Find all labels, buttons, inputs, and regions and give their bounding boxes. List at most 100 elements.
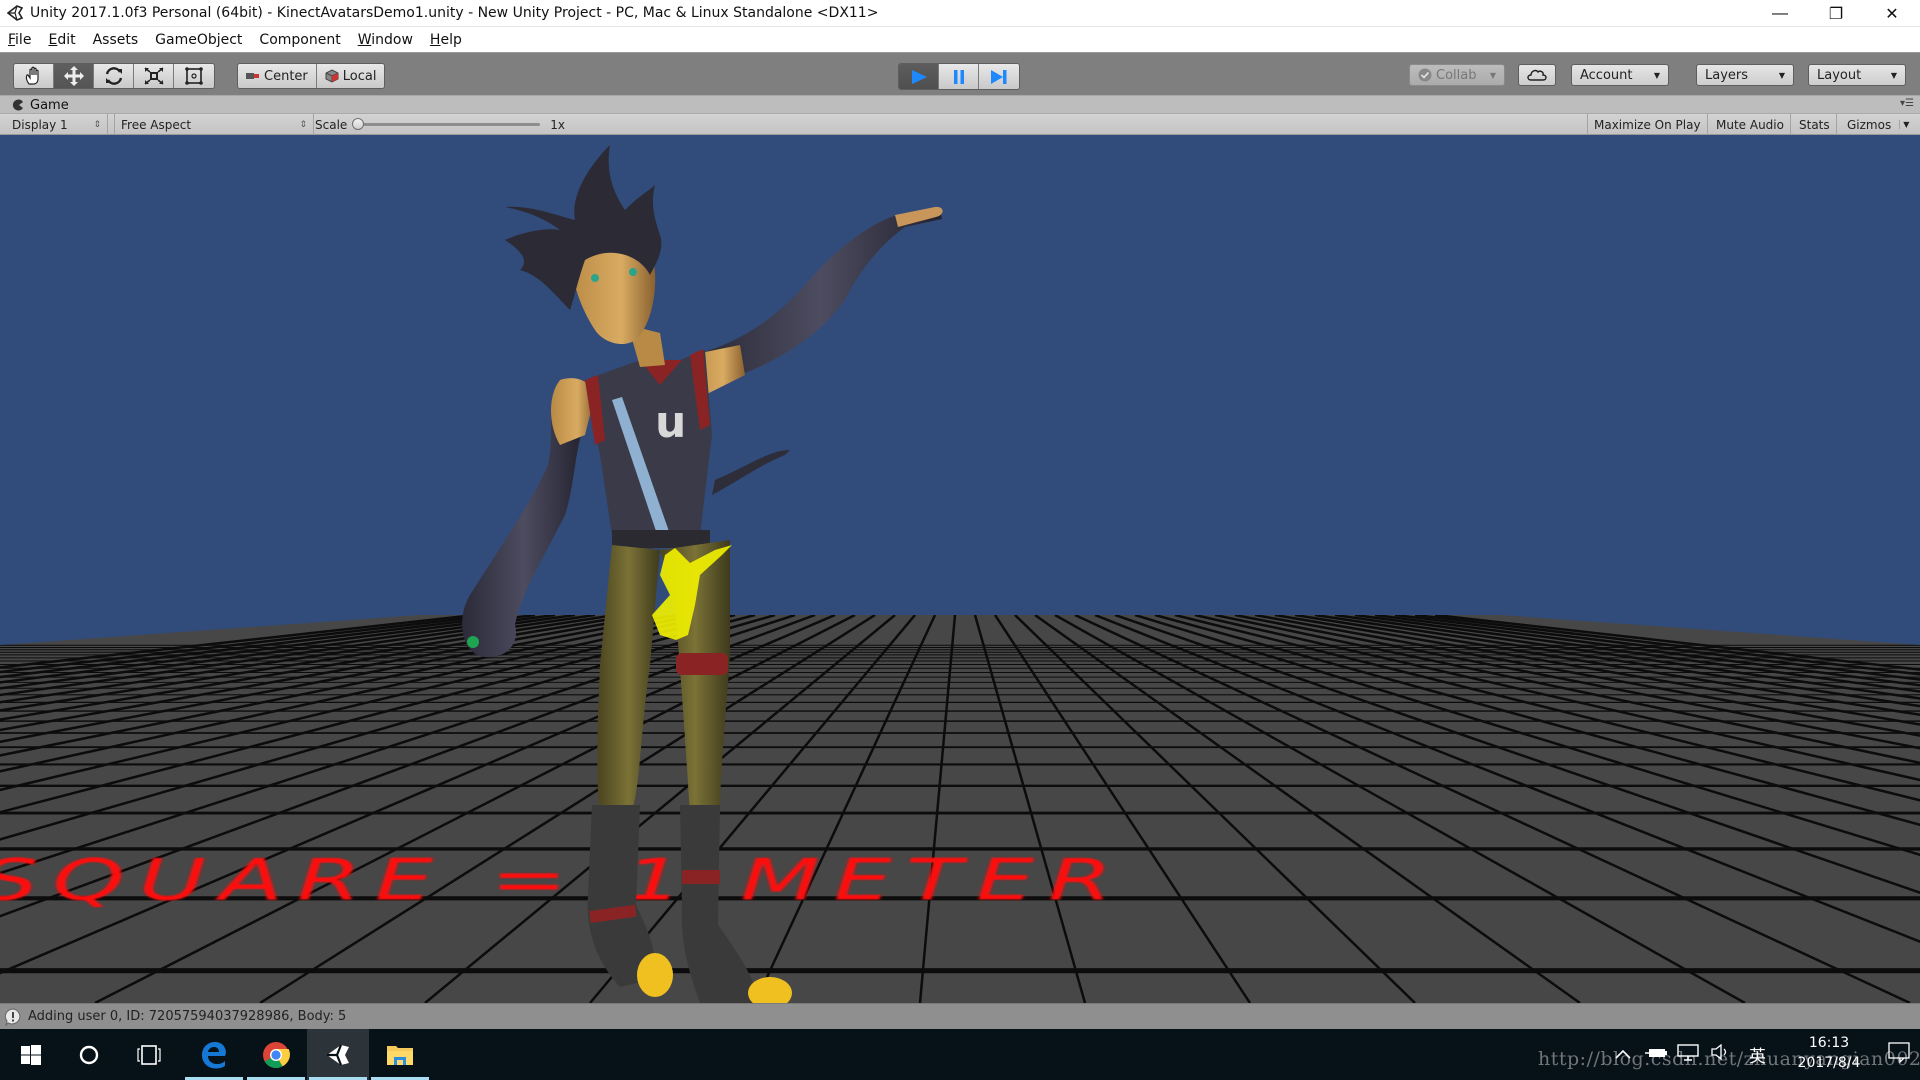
- game-view-toolbar: Display 1 ⇕ Free Aspect ⇕ Scale 1x Maximiz…: [0, 113, 1920, 135]
- updown-arrows-icon: ⇕: [299, 119, 307, 130]
- move-arrows-icon: [63, 66, 84, 86]
- menu-component[interactable]: Component: [259, 32, 340, 48]
- notification-icon: [1888, 1042, 1910, 1064]
- mute-audio-toggle[interactable]: Mute Audio: [1710, 114, 1791, 135]
- account-dropdown[interactable]: Account ▼: [1571, 64, 1669, 86]
- show-hidden-icons-chevron-icon[interactable]: [1615, 1046, 1631, 1064]
- step-icon: [991, 69, 1007, 84]
- pivot-rotation-toggle[interactable]: Local: [316, 64, 385, 88]
- window-title: Unity 2017.1.0f3 Personal (64bit) - Kine…: [30, 5, 879, 21]
- taskbar-file-explorer[interactable]: [369, 1029, 431, 1080]
- gizmos-toggle[interactable]: Gizmos ▼: [1841, 114, 1915, 135]
- title-bar: Unity 2017.1.0f3 Personal (64bit) - Kine…: [0, 0, 1920, 27]
- local-cube-icon: [325, 69, 339, 83]
- scale-tool-button[interactable]: [134, 64, 174, 88]
- character-torso: [585, 350, 712, 555]
- game-view[interactable]: SQUARE = 1 METER u: [0, 135, 1920, 1003]
- stats-toggle[interactable]: Stats: [1793, 114, 1837, 135]
- status-message: Adding user 0, ID: 72057594037928986, Bo…: [28, 1009, 347, 1024]
- aspect-select[interactable]: Free Aspect ⇕: [114, 114, 314, 135]
- system-tray: 英: [1615, 1029, 1766, 1080]
- menu-assets[interactable]: Assets: [93, 32, 139, 48]
- ime-indicator[interactable]: 英: [1749, 1042, 1766, 1067]
- clock-date: 2017/8/4: [1797, 1055, 1861, 1071]
- character-eye: [591, 274, 599, 282]
- scene-render: SQUARE = 1 METER u: [0, 145, 1920, 1003]
- clock[interactable]: 16:13 2017/8/4: [1788, 1033, 1870, 1073]
- folder-icon: [387, 1045, 413, 1065]
- clock-time: 16:13: [1808, 1035, 1850, 1051]
- layers-dropdown[interactable]: Layers ▼: [1696, 64, 1794, 86]
- maximize-on-play-toggle[interactable]: Maximize On Play: [1587, 114, 1708, 135]
- cloud-icon: [1527, 69, 1547, 81]
- menu-help[interactable]: Help: [430, 32, 462, 48]
- character-eye: [629, 268, 637, 276]
- step-button[interactable]: [979, 64, 1019, 89]
- game-pacman-icon: [12, 99, 24, 111]
- pause-button[interactable]: [939, 64, 979, 89]
- taskbar-unity[interactable]: [307, 1029, 369, 1080]
- search-button[interactable]: [58, 1029, 120, 1080]
- check-circle-icon: [1418, 68, 1432, 82]
- taskbar-chrome[interactable]: [245, 1029, 307, 1080]
- tab-game[interactable]: Game: [12, 96, 69, 114]
- playback-controls: [898, 63, 1020, 90]
- play-button[interactable]: [899, 64, 939, 89]
- minimize-button[interactable]: —: [1752, 0, 1808, 27]
- status-bar[interactable]: Adding user 0, ID: 72057594037928986, Bo…: [0, 1003, 1920, 1029]
- menu-gameobject[interactable]: GameObject: [155, 32, 242, 48]
- character-boot-buckle: [637, 953, 673, 997]
- pivot-controls: Center Local: [237, 63, 386, 89]
- gizmos-dropdown-icon[interactable]: ▼: [1899, 120, 1909, 129]
- rect-transform-icon: [185, 67, 203, 85]
- character-hand-light: [467, 636, 479, 648]
- dropdown-caret-icon: ▼: [1890, 70, 1897, 80]
- menu-file[interactable]: File: [8, 32, 31, 48]
- pivot-mode-toggle[interactable]: Center: [238, 64, 317, 88]
- cortana-circle-icon: [79, 1045, 99, 1064]
- menu-bar: File Edit Assets GameObject Component Wi…: [0, 27, 1920, 52]
- collab-button[interactable]: Collab ▼: [1409, 64, 1505, 86]
- menu-window[interactable]: Window: [358, 32, 413, 48]
- character-tail: [712, 450, 790, 495]
- volume-icon[interactable]: [1711, 1043, 1731, 1065]
- play-icon: [911, 69, 927, 84]
- action-center-button[interactable]: [1888, 1041, 1910, 1068]
- dropdown-caret-icon: ▼: [1653, 70, 1660, 80]
- scale-icon: [144, 67, 163, 85]
- character-knee-band: [676, 653, 728, 675]
- chrome-browser-icon: [263, 1041, 290, 1068]
- rotate-tool-button[interactable]: [94, 64, 134, 88]
- edge-browser-icon: [202, 1041, 226, 1068]
- start-button[interactable]: [0, 1029, 62, 1080]
- battery-icon[interactable]: [1645, 1046, 1667, 1064]
- restore-icon: ❐: [1828, 5, 1844, 23]
- cloud-button[interactable]: [1518, 64, 1556, 86]
- close-button[interactable]: ✕: [1864, 0, 1920, 27]
- rotate-icon: [105, 67, 122, 85]
- game-tab-bar: Game ▾☰: [0, 95, 1920, 113]
- hand-tool-button[interactable]: [14, 64, 54, 88]
- pivot-center-icon: [246, 71, 260, 81]
- minimize-icon: —: [1772, 4, 1788, 22]
- windows-taskbar: http://blog.csdn.net/zhuanyangian0024 英 …: [0, 1029, 1920, 1080]
- menu-edit[interactable]: Edit: [48, 32, 75, 48]
- display-select[interactable]: Display 1 ⇕: [6, 114, 108, 135]
- rect-tool-button[interactable]: [174, 64, 214, 88]
- close-icon: ✕: [1885, 5, 1899, 23]
- pause-icon: [953, 69, 964, 84]
- panel-options-icon[interactable]: ▾☰: [1900, 98, 1914, 109]
- task-view-button[interactable]: [118, 1029, 180, 1080]
- taskbar-edge[interactable]: [183, 1029, 245, 1080]
- network-icon[interactable]: [1677, 1043, 1699, 1066]
- scale-slider-thumb[interactable]: [352, 118, 365, 130]
- restore-button[interactable]: ❐: [1808, 0, 1864, 27]
- unity-logo-icon: [6, 4, 24, 22]
- unity-logo-icon: [327, 1044, 349, 1065]
- character-shirt-logo: u: [655, 397, 686, 448]
- scale-slider[interactable]: [352, 118, 541, 130]
- windows-logo-icon: [21, 1044, 41, 1065]
- scale-control: Scale 1x: [315, 117, 566, 132]
- layout-dropdown[interactable]: Layout ▼: [1808, 64, 1906, 86]
- move-tool-button[interactable]: [54, 64, 94, 88]
